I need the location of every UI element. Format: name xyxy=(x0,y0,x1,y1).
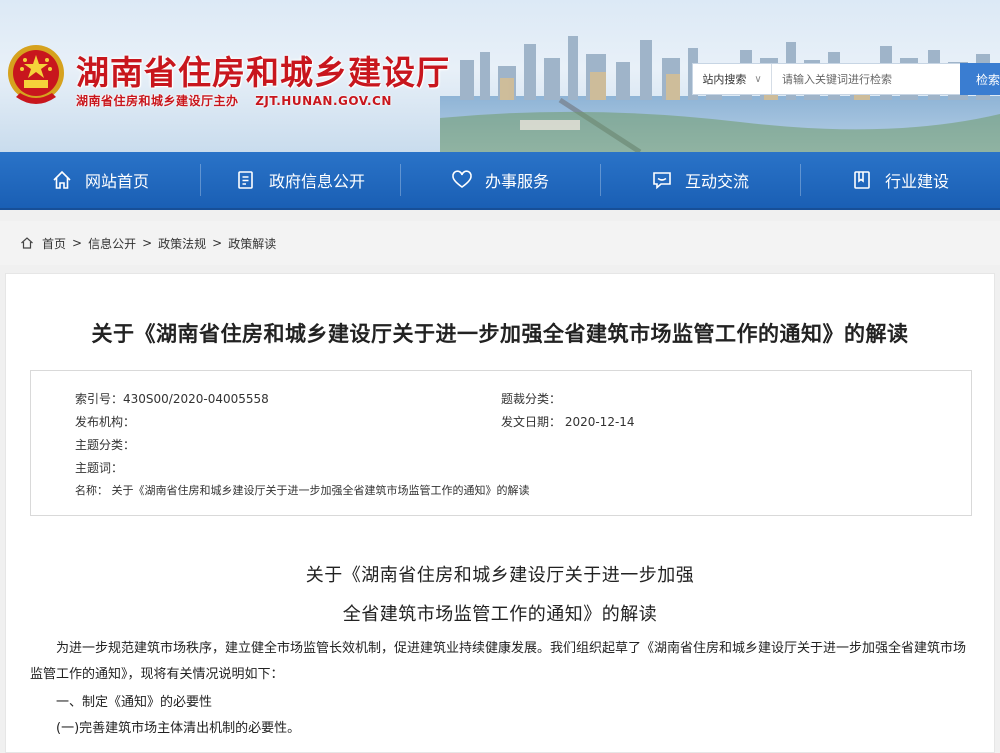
book-icon xyxy=(854,171,870,189)
nav-item-label: 网站首页 xyxy=(84,172,149,191)
section-heading: 一、制定《通知》的必要性 xyxy=(56,695,213,710)
meta-category: 题裁分类： xyxy=(501,392,562,406)
home-icon xyxy=(21,237,33,249)
search-scope-label: 站内搜索 xyxy=(702,73,747,86)
nav-item-interaction[interactable]: 互动交流 xyxy=(600,152,800,208)
site-header: 湖南省住房和城乡建设厅 湖南省住房和城乡建设厅主办 ZJT.HUNAN.GOV.… xyxy=(0,0,1000,152)
breadcrumb-item-policy[interactable]: 政策法规 xyxy=(158,235,206,252)
document-metadata-table: 索引号：430S00/2020-04005558 题裁分类： 发布机构： 发文日… xyxy=(30,370,972,516)
heart-icon xyxy=(452,170,472,188)
meta-topic-words: 主题词： xyxy=(75,461,124,475)
site-subtitle: 湖南省住房和城乡建设厅主办 ZJT.HUNAN.GOV.CN xyxy=(76,92,392,109)
breadcrumb-separator: > xyxy=(72,236,83,250)
meta-name: 名称： 关于《湖南省住房和城乡建设厅关于进一步加强全省建筑市场监管工作的通知》的… xyxy=(75,484,530,497)
search-scope-select[interactable]: 站内搜索 ∨ xyxy=(693,64,772,94)
chevron-down-icon: ∨ xyxy=(754,73,762,85)
article-panel: 关于《湖南省住房和城乡建设厅关于进一步加强全省建筑市场监管工作的通知》的解读 索… xyxy=(5,273,995,753)
site-title: 湖南省住房和城乡建设厅 xyxy=(76,53,450,92)
nav-item-gov-info[interactable]: 政府信息公开 xyxy=(200,152,400,208)
subsection-heading: (一)完善建筑市场主体清出机制的必要性。 xyxy=(56,721,301,736)
document-title-line-1: 关于《湖南省住房和城乡建设厅关于进一步加强 xyxy=(305,565,695,586)
search-button[interactable]: 检索 xyxy=(960,63,1000,95)
body-paragraph: 为进一步规范建筑市场秩序，建立健全市场监管长效机制，促进建筑业持续健康发展。我们… xyxy=(30,641,967,682)
site-domain: ZJT.HUNAN.GOV.CN xyxy=(255,94,392,108)
search-input[interactable]: 请输入关键词进行检索 xyxy=(772,64,960,94)
breadcrumb-separator: > xyxy=(142,236,153,250)
site-sponsor: 湖南省住房和城乡建设厅主办 xyxy=(76,94,239,108)
breadcrumb-item-home[interactable]: 首页 xyxy=(42,235,66,252)
meta-publisher: 发布机构： xyxy=(75,415,136,429)
meta-issue-date: 发文日期： 2020-12-14 xyxy=(501,415,635,429)
meta-topic-category: 主题分类： xyxy=(75,438,136,452)
meta-index-no: 索引号：430S00/2020-04005558 xyxy=(75,392,269,406)
nav-item-label: 互动交流 xyxy=(684,172,749,191)
breadcrumb-item-info[interactable]: 信息公开 xyxy=(88,235,136,252)
home-icon xyxy=(53,170,71,189)
breadcrumb-item-interpretation[interactable]: 政策解读 xyxy=(228,235,276,252)
main-nav: 网站首页 政府信息公开 办事服务 互动交流 行业建设 xyxy=(0,152,1000,210)
nav-item-label: 办事服务 xyxy=(484,172,549,191)
breadcrumb: 首页 > 信息公开 > 政策法规 > 政策解读 xyxy=(0,221,1000,265)
nav-item-industry[interactable]: 行业建设 xyxy=(800,152,1000,208)
site-search: 站内搜索 ∨ 请输入关键词进行检索 检索 xyxy=(692,63,1000,95)
article-title: 关于《湖南省住房和城乡建设厅关于进一步加强全省建筑市场监管工作的通知》的解读 xyxy=(91,322,909,346)
nav-item-home[interactable]: 网站首页 xyxy=(0,152,200,208)
document-icon xyxy=(238,171,253,189)
nav-item-label: 行业建设 xyxy=(884,172,949,191)
breadcrumb-separator: > xyxy=(212,236,223,250)
national-emblem-icon xyxy=(8,45,64,104)
chat-icon xyxy=(653,172,671,190)
document-title-line-2: 全省建筑市场监管工作的通知》的解读 xyxy=(342,604,658,625)
nav-item-services[interactable]: 办事服务 xyxy=(400,152,600,208)
nav-item-label: 政府信息公开 xyxy=(268,172,365,191)
